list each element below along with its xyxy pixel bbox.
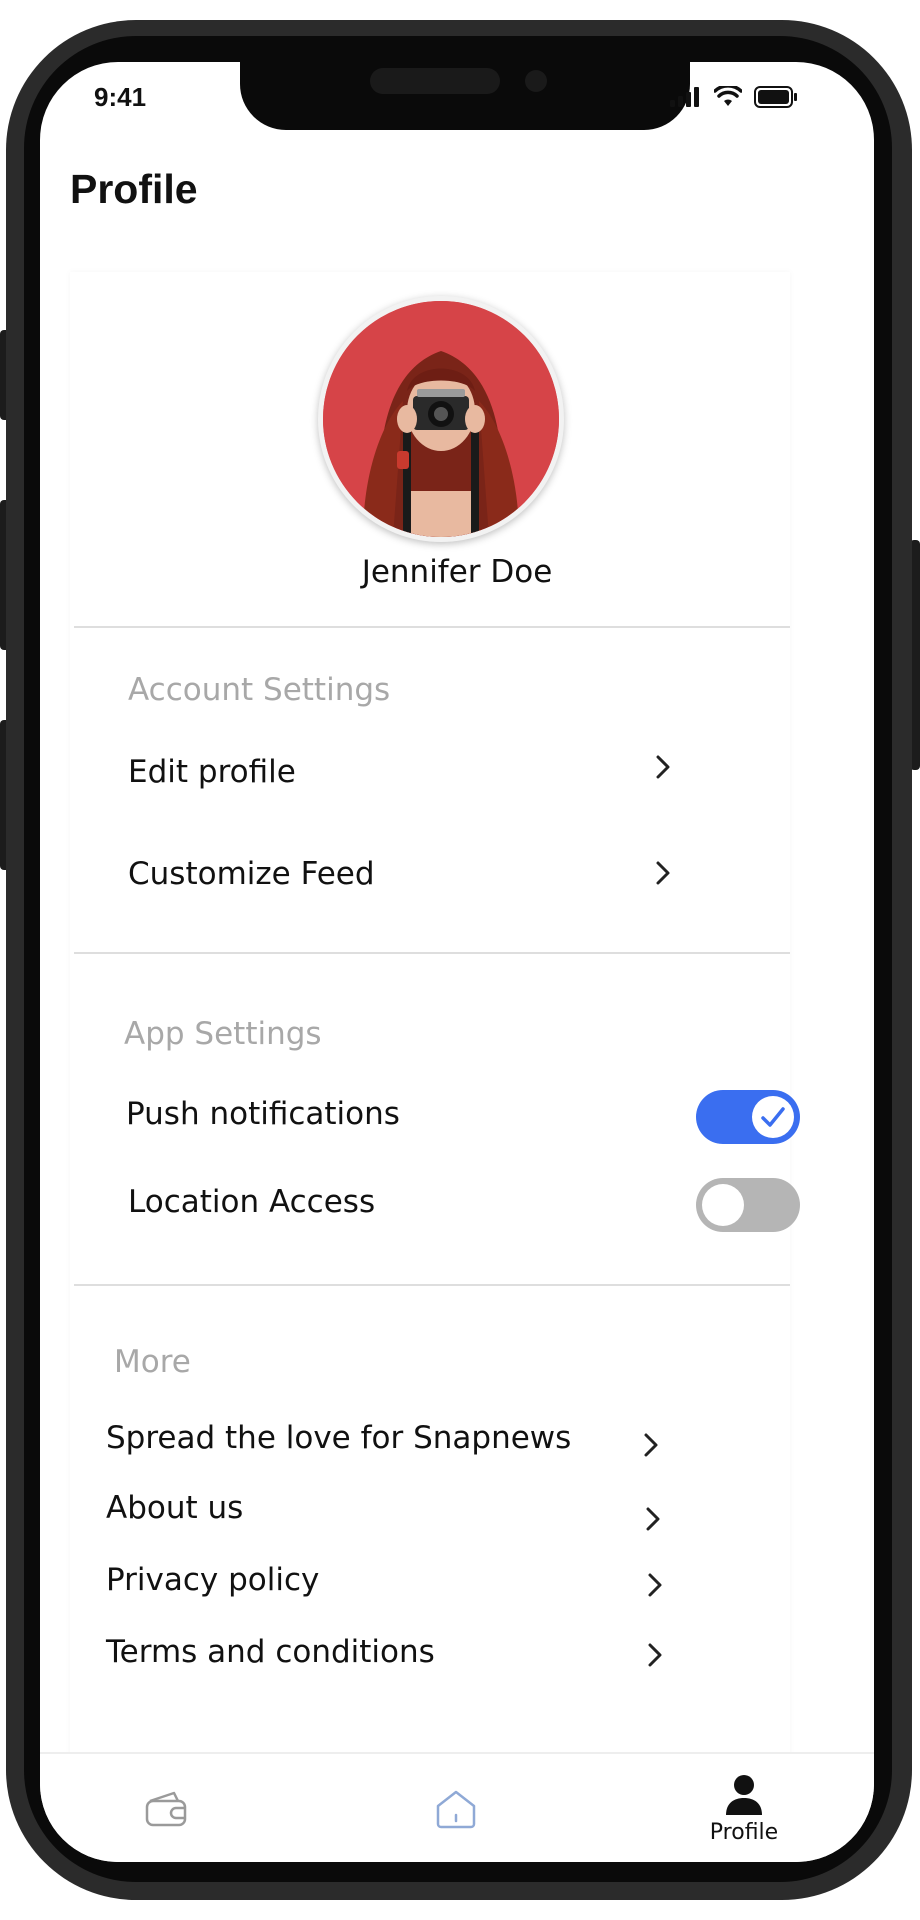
chevron-right-icon [656, 755, 670, 779]
tab-wallet[interactable] [66, 1754, 266, 1862]
chevron-right-icon [656, 861, 670, 885]
divider [74, 626, 790, 628]
row-label: Customize Feed [128, 856, 375, 892]
tab-label: Profile [709, 1819, 779, 1845]
section-title-account: Account Settings [128, 672, 391, 708]
status-time: 9:41 [94, 82, 147, 112]
cellular-signal-icon [670, 87, 699, 107]
app-screen: 9:41 Profile Jennifer Doe Account Settin… [40, 62, 874, 1862]
tab-home[interactable] [356, 1754, 556, 1862]
front-camera [525, 70, 547, 92]
tab-bar: Profile [40, 1752, 874, 1862]
battery-icon [754, 86, 797, 108]
row-label: Spread the love for Snapnews [106, 1420, 572, 1456]
person-icon [726, 1774, 762, 1815]
wallet-icon [145, 1791, 187, 1827]
row-location-access: Location Access [100, 1168, 800, 1238]
home-icon [436, 1790, 476, 1829]
row-edit-profile[interactable]: Edit profile [100, 742, 780, 812]
row-spread-the-love[interactable]: Spread the love for Snapnews [100, 1410, 780, 1474]
avatar[interactable] [318, 296, 564, 542]
row-terms[interactable]: Terms and conditions [100, 1624, 780, 1688]
push-notifications-toggle[interactable] [696, 1090, 800, 1144]
row-label: Edit profile [128, 754, 296, 790]
section-title-more: More [114, 1344, 191, 1380]
chevron-right-icon [644, 1433, 658, 1457]
row-label: Terms and conditions [106, 1634, 435, 1670]
toggle-knob [752, 1096, 794, 1138]
chevron-right-icon [648, 1643, 662, 1667]
chevron-right-icon [646, 1507, 660, 1531]
row-label: Push notifications [126, 1096, 400, 1132]
phone-frame: 9:41 Profile Jennifer Doe Account Settin… [0, 0, 920, 1920]
row-privacy-policy[interactable]: Privacy policy [100, 1552, 780, 1616]
profile-name: Jennifer Doe [361, 554, 553, 590]
divider [74, 952, 790, 954]
speaker [370, 68, 500, 94]
chevron-right-icon [648, 1573, 662, 1597]
avatar-photo [323, 301, 559, 537]
row-customize-feed[interactable]: Customize Feed [100, 844, 780, 914]
tab-profile[interactable]: Profile [644, 1754, 844, 1862]
row-about-us[interactable]: About us [100, 1480, 780, 1544]
notch [240, 62, 690, 130]
row-label: About us [106, 1490, 244, 1526]
page-title: Profile [70, 166, 198, 212]
check-icon [761, 1107, 785, 1127]
location-access-toggle[interactable] [696, 1178, 800, 1232]
section-title-app: App Settings [124, 1016, 322, 1052]
row-label: Privacy policy [106, 1562, 320, 1598]
row-push-notifications: Push notifications [100, 1080, 800, 1150]
row-label: Location Access [128, 1184, 376, 1220]
divider [74, 1284, 790, 1286]
toggle-knob [702, 1184, 744, 1226]
wifi-icon [714, 86, 742, 106]
status-icons [670, 86, 798, 108]
